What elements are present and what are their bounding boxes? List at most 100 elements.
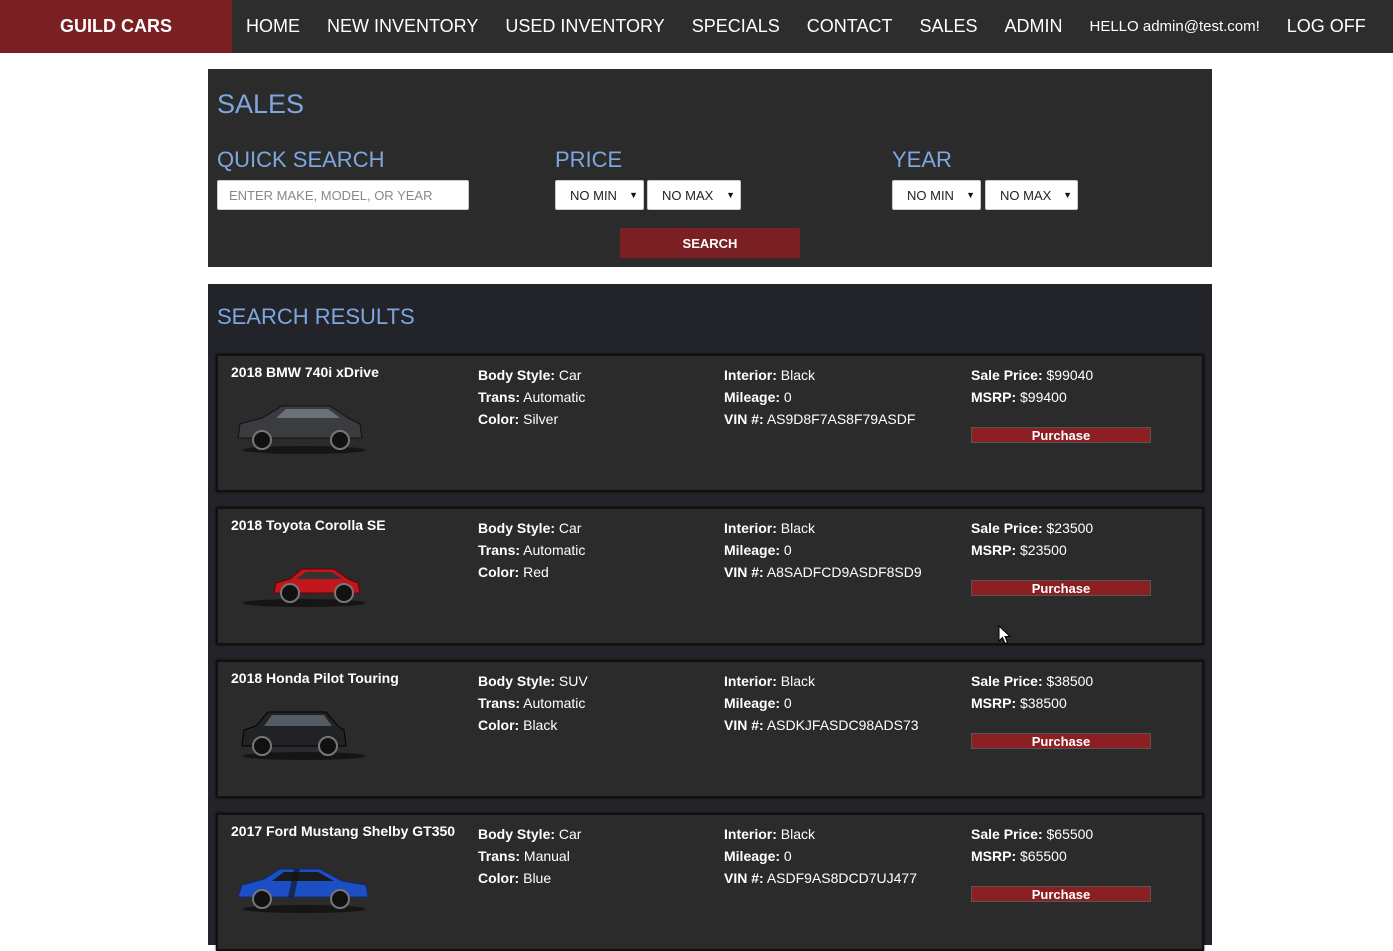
interior-value: Black: [780, 367, 816, 383]
mileage-value: 0: [783, 695, 792, 711]
interior-value: Black: [780, 520, 816, 536]
car-specs-column: Body Style: SUV Trans: Automatic Color: …: [478, 670, 588, 736]
vin-value: ASDKJFASDC98ADS73: [766, 717, 919, 733]
vin-label: VIN #:: [724, 870, 764, 886]
nav-contact[interactable]: CONTACT: [807, 16, 893, 37]
color-value: Silver: [523, 411, 559, 427]
result-card: 2018 Honda Pilot Touring Body Style: SUV…: [216, 660, 1204, 798]
msrp-label: MSRP:: [971, 542, 1017, 558]
purchase-button[interactable]: Purchase: [971, 580, 1151, 596]
vin-value: AS9D8F7AS8F79ASDF: [766, 411, 916, 427]
car-details-column: Interior: Black Mileage: 0 VIN #: ASDF9A…: [724, 823, 917, 889]
nav-sales[interactable]: SALES: [919, 16, 977, 37]
price-min-value: NO MIN: [570, 187, 617, 203]
nav-log-off[interactable]: LOG OFF: [1287, 16, 1366, 37]
car-price-column: Sale Price: $38500 MSRP: $38500: [971, 670, 1093, 714]
body-style-label: Body Style:: [478, 367, 556, 383]
result-card: 2018 BMW 740i xDrive Body Style: Car Tra…: [216, 354, 1204, 492]
sale-price-label: Sale Price:: [971, 520, 1043, 536]
purchase-button[interactable]: Purchase: [971, 427, 1151, 443]
quick-search-input[interactable]: [217, 180, 469, 210]
sales-search-panel: SALES QUICK SEARCH PRICE YEAR NO MIN ▼ N…: [208, 69, 1212, 267]
sale-price-label: Sale Price:: [971, 826, 1043, 842]
nav-admin[interactable]: ADMIN: [1005, 16, 1063, 37]
page-title: SALES: [217, 89, 305, 119]
sale-price-value: $23500: [1046, 520, 1094, 536]
result-card: 2017 Ford Mustang Shelby GT350 Body Styl…: [216, 813, 1204, 951]
color-label: Color:: [478, 870, 520, 886]
year-min-select[interactable]: NO MIN ▼: [892, 180, 981, 210]
user-greeting: HELLO admin@test.com!: [1089, 18, 1260, 35]
car-price-column: Sale Price: $65500 MSRP: $65500: [971, 823, 1093, 867]
year-max-select[interactable]: NO MAX ▼: [985, 180, 1078, 210]
search-results-panel: SEARCH RESULTS 2018 BMW 740i xDrive Body…: [208, 284, 1212, 951]
color-label: Color:: [478, 717, 520, 733]
price-max-select[interactable]: NO MAX ▼: [647, 180, 741, 210]
chevron-down-icon: ▼: [726, 190, 735, 200]
interior-value: Black: [780, 673, 816, 689]
mileage-label: Mileage:: [724, 695, 781, 711]
navbar: GUILD CARS HOME NEW INVENTORY USED INVEN…: [0, 0, 1393, 53]
trans-value: Automatic: [523, 389, 586, 405]
car-image: [234, 547, 374, 614]
purchase-button[interactable]: Purchase: [971, 733, 1151, 749]
car-details-column: Interior: Black Mileage: 0 VIN #: ASDKJF…: [724, 670, 919, 736]
vin-value: ASDF9AS8DCD7UJ477: [766, 870, 917, 886]
body-style-value: Car: [558, 367, 582, 383]
color-label: Color:: [478, 564, 520, 580]
vin-value: A8SADFCD9ASDF8SD9: [766, 564, 922, 580]
year-min-value: NO MIN: [907, 187, 954, 203]
mouse-cursor-icon: [998, 625, 1011, 645]
brand-logo[interactable]: GUILD CARS: [0, 0, 232, 53]
sale-price-value: $65500: [1046, 826, 1094, 842]
year-max-value: NO MAX: [1000, 187, 1052, 203]
body-style-label: Body Style:: [478, 520, 556, 536]
nav-specials[interactable]: SPECIALS: [692, 16, 780, 37]
msrp-label: MSRP:: [971, 695, 1017, 711]
nav-home[interactable]: HOME: [246, 16, 300, 37]
car-price-column: Sale Price: $99040 MSRP: $99400: [971, 364, 1093, 408]
car-title: 2018 Honda Pilot Touring: [231, 670, 399, 686]
trans-value: Automatic: [523, 695, 586, 711]
car-specs-column: Body Style: Car Trans: Manual Color: Blu…: [478, 823, 581, 889]
year-label: YEAR: [892, 147, 952, 172]
body-style-value: Car: [558, 826, 582, 842]
interior-label: Interior:: [724, 520, 777, 536]
chevron-down-icon: ▼: [629, 190, 638, 200]
car-specs-column: Body Style: Car Trans: Automatic Color: …: [478, 517, 585, 583]
trans-label: Trans:: [478, 848, 521, 864]
result-card: 2018 Toyota Corolla SE Body Style: Car T…: [216, 507, 1204, 645]
mileage-label: Mileage:: [724, 848, 781, 864]
sale-price-value: $38500: [1046, 673, 1094, 689]
mileage-value: 0: [783, 389, 792, 405]
vin-label: VIN #:: [724, 717, 764, 733]
interior-value: Black: [780, 826, 816, 842]
price-max-value: NO MAX: [662, 187, 714, 203]
body-style-value: SUV: [558, 673, 588, 689]
price-label: PRICE: [555, 147, 623, 172]
mileage-value: 0: [783, 542, 792, 558]
mileage-label: Mileage:: [724, 389, 781, 405]
car-specs-column: Body Style: Car Trans: Automatic Color: …: [478, 364, 585, 430]
car-title: 2017 Ford Mustang Shelby GT350: [231, 823, 456, 839]
chevron-down-icon: ▼: [1063, 190, 1072, 200]
msrp-label: MSRP:: [971, 389, 1017, 405]
search-button[interactable]: SEARCH: [620, 228, 800, 258]
trans-label: Trans:: [478, 542, 521, 558]
nav-new-inventory[interactable]: NEW INVENTORY: [327, 16, 478, 37]
body-style-value: Car: [558, 520, 582, 536]
trans-label: Trans:: [478, 695, 521, 711]
mileage-value: 0: [783, 848, 792, 864]
car-details-column: Interior: Black Mileage: 0 VIN #: A8SADF…: [724, 517, 922, 583]
nav-used-inventory[interactable]: USED INVENTORY: [505, 16, 664, 37]
sale-price-label: Sale Price:: [971, 367, 1043, 383]
chevron-down-icon: ▼: [966, 190, 975, 200]
msrp-value: $65500: [1020, 848, 1067, 864]
body-style-label: Body Style:: [478, 673, 556, 689]
car-title: 2018 Toyota Corolla SE: [231, 517, 386, 533]
body-style-label: Body Style:: [478, 826, 556, 842]
purchase-button[interactable]: Purchase: [971, 886, 1151, 902]
car-price-column: Sale Price: $23500 MSRP: $23500: [971, 517, 1093, 561]
price-min-select[interactable]: NO MIN ▼: [555, 180, 644, 210]
sale-price-label: Sale Price:: [971, 673, 1043, 689]
